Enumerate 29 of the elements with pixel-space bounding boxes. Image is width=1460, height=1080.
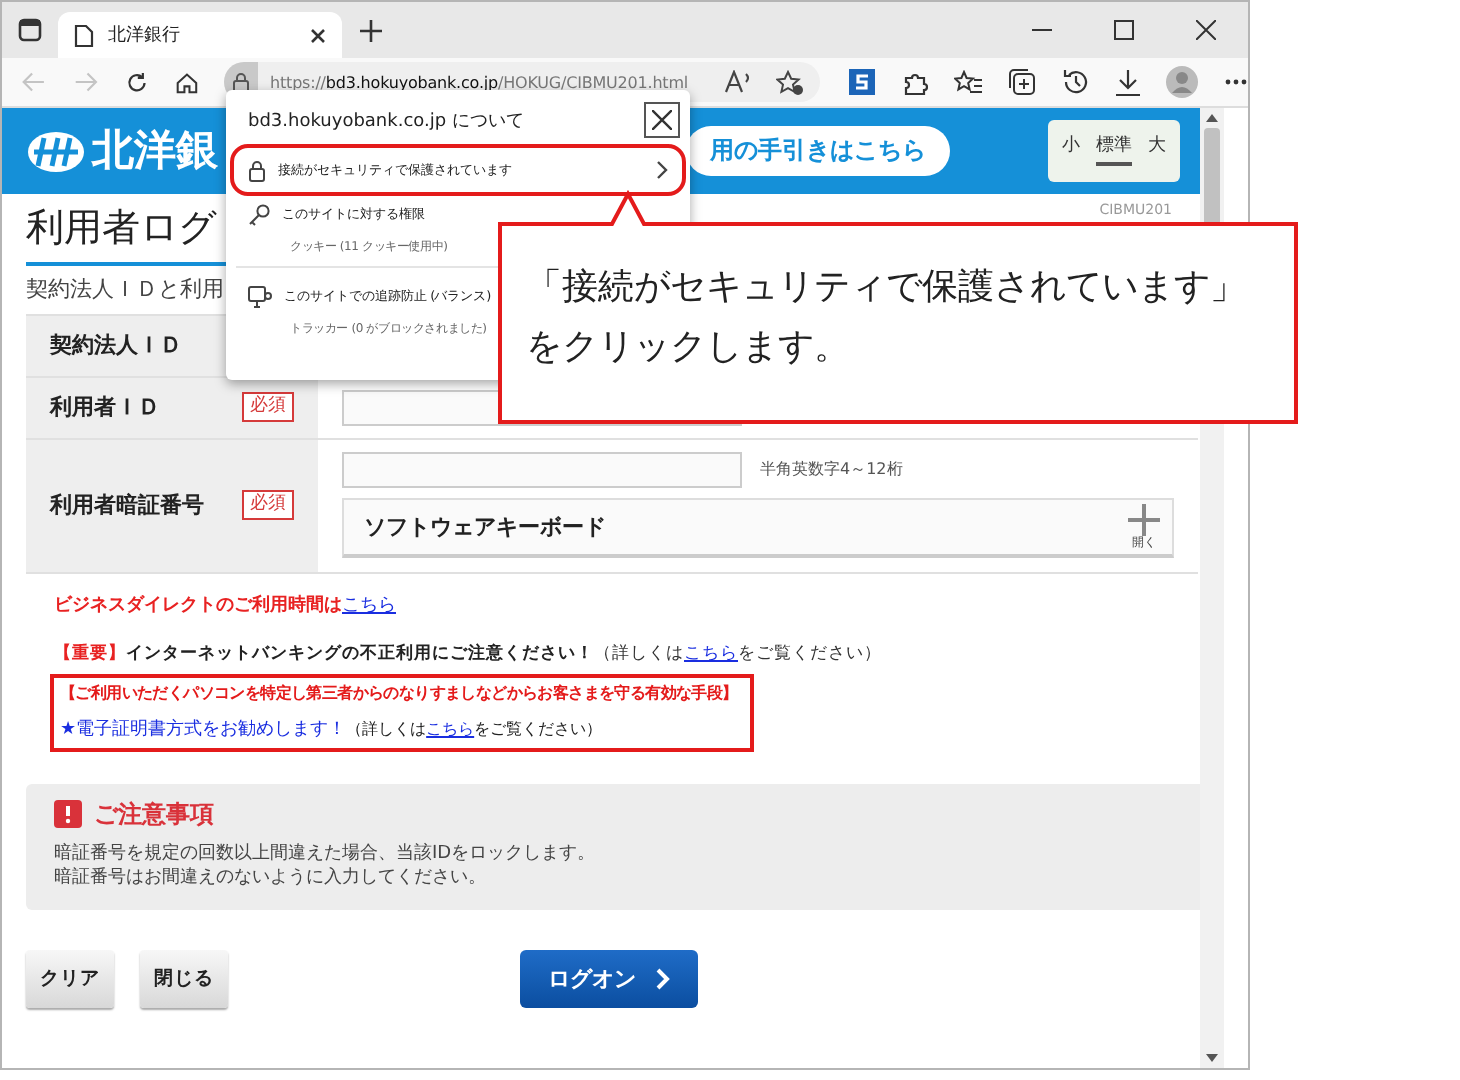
details-link[interactable]: こちら (684, 644, 738, 665)
action-button[interactable]: 閉じる (140, 949, 228, 1008)
font-size-option[interactable]: 小 (1062, 135, 1080, 167)
caution-title: ご注意事項 (94, 800, 214, 830)
bank-name: 北洋銀 (92, 125, 218, 177)
business-hours-text: ビジネスダイレクトのご利用時間はこちら (52, 592, 398, 617)
caution-text: 暗証番号を規定の回数以上間違えた場合、当該IDをロックします。 (54, 841, 598, 866)
url-text: https://bd3.hokuyobank.co.jp/HOKUG/CIBMU201.html (270, 73, 689, 91)
details-link[interactable]: こちら (426, 720, 475, 739)
field-label: 利用者ＩＤ (50, 393, 160, 421)
action-button[interactable]: クリア (26, 949, 114, 1008)
keyboard-label: ソフトウェアキーボード (364, 514, 606, 542)
required-badge: 必須 (242, 392, 294, 422)
intro-text: 契約法人ＩＤと利用 (26, 276, 224, 304)
required-badge: 必須 (242, 490, 294, 520)
callout-text: 「接続がセキュリティで保護されています」をクリックします。 (526, 264, 1248, 372)
hours-link[interactable]: こちら (342, 595, 396, 616)
field-label: 契約法人ＩＤ (50, 331, 182, 359)
popup-title: bd3.hokuyobank.co.jp について (248, 109, 524, 133)
browser-tab[interactable]: 北洋銀行 (58, 12, 342, 58)
warning-text: 【重要】インターネットバンキングの不正利用にご注意ください！（詳しくは こちら をご覧ください） (52, 641, 884, 666)
font-size-option[interactable]: 標準 (1096, 135, 1132, 167)
field-label: 利用者暗証番号 (50, 491, 204, 519)
field-hint: 半角英数字4～12桁 (760, 460, 903, 480)
font-size-option[interactable]: 大 (1148, 135, 1166, 167)
caution-text: 暗証番号はお間違えのないように入力してください。 (54, 865, 488, 890)
notice-heading: 【ご利用いただくパソコンを特定し第三者からのなりすましなどからお客さまを守る有効な手段】 (60, 683, 740, 703)
logon-button[interactable]: ログオン (520, 949, 698, 1008)
certificate-text: ★電子証明書方式をお勧めします！（詳しくはこちら をご覧ください） (60, 720, 605, 743)
